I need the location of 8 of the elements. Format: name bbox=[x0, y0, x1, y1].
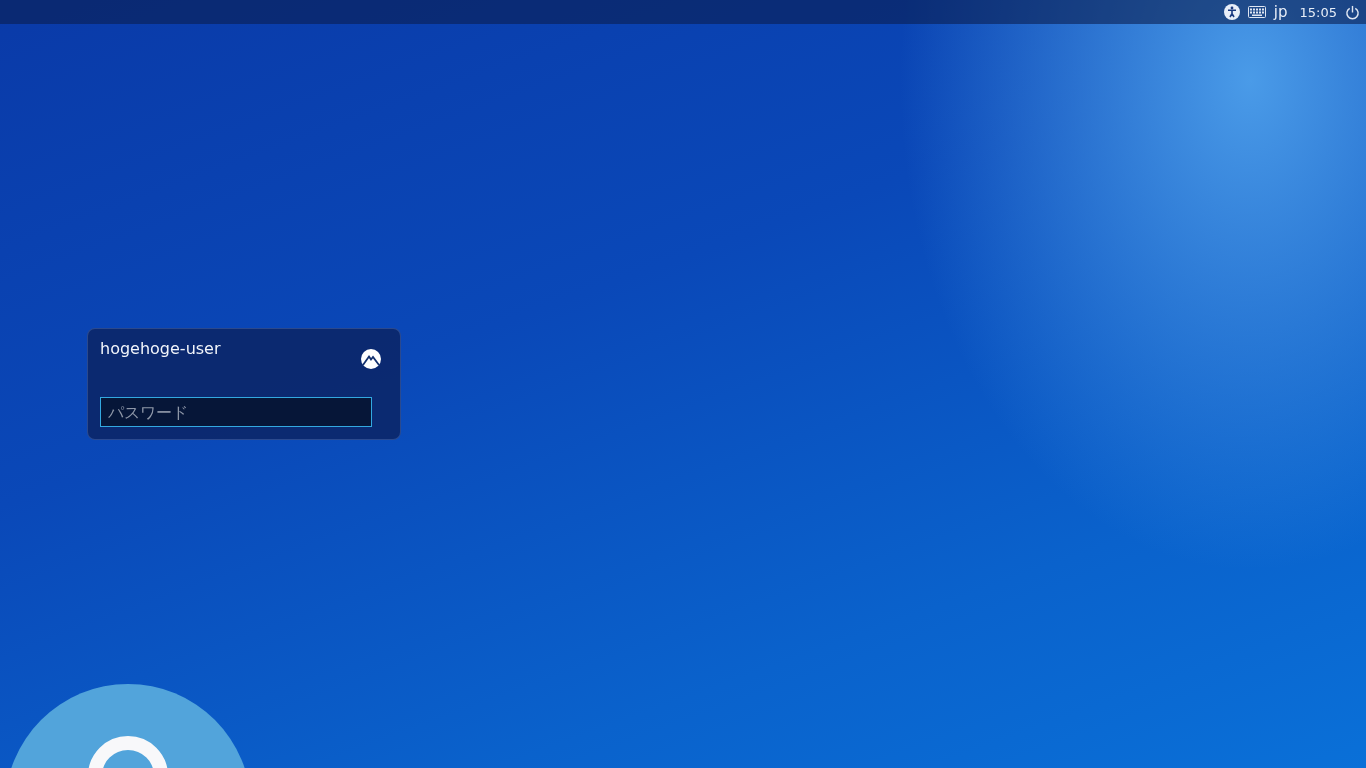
power-icon[interactable] bbox=[1345, 4, 1360, 20]
mountain-icon[interactable] bbox=[360, 348, 382, 370]
password-field[interactable]: パスワード bbox=[100, 397, 372, 427]
keyboard-icon[interactable] bbox=[1247, 6, 1266, 18]
username: hogehoge-user bbox=[100, 339, 221, 358]
accessibility-icon[interactable] bbox=[1223, 4, 1240, 20]
keyboard-layout-indicator[interactable]: jp bbox=[1273, 3, 1288, 21]
clock: 15:05 bbox=[1299, 4, 1337, 20]
